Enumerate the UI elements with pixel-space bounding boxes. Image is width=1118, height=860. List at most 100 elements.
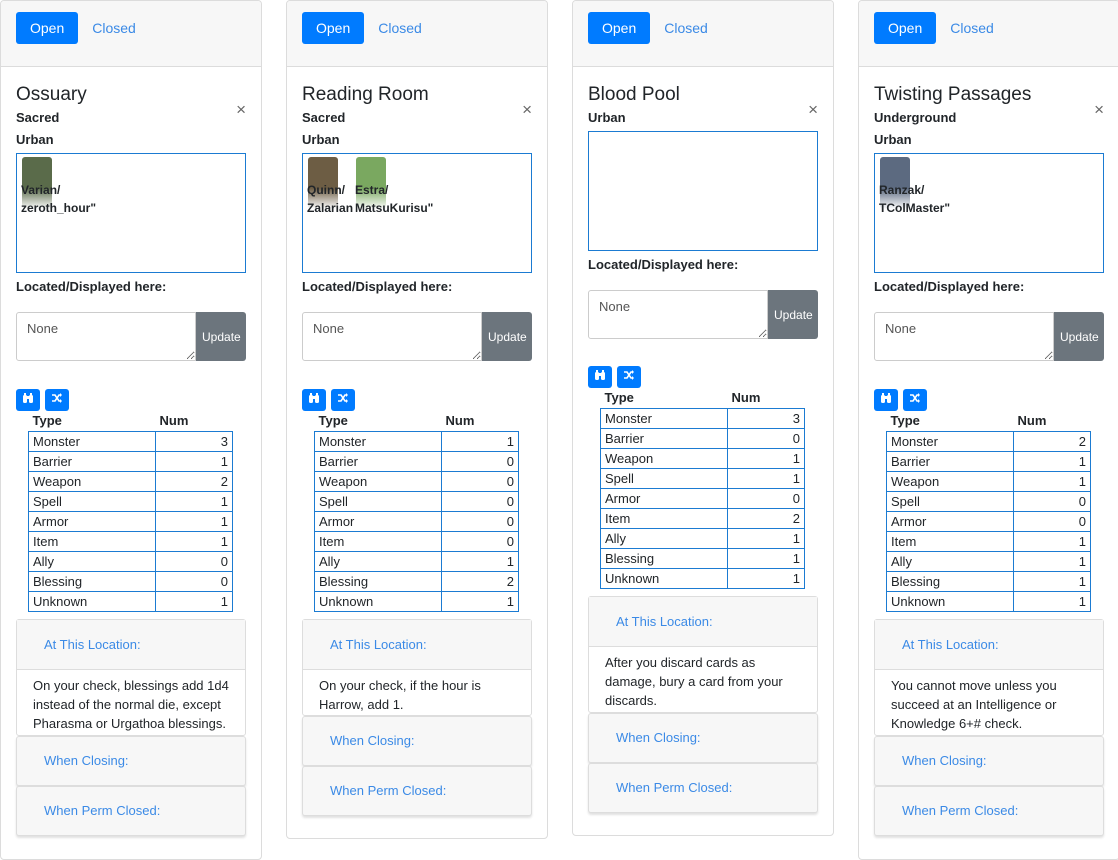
at-location-panel: At This Location: After you discard cards… [588, 595, 818, 713]
open-button[interactable]: Open [302, 12, 365, 44]
when-perm-closed-header[interactable]: When Perm Closed: [588, 762, 818, 813]
token-label: Ranzak/TColMaster" [879, 181, 950, 217]
card-num-cell: 1 [155, 530, 233, 552]
action-icons [588, 366, 818, 388]
close-icon[interactable]: × [522, 100, 532, 120]
at-location-text: On your check, blessings add 1d4 instead… [33, 677, 229, 731]
shuffle-icon[interactable] [331, 389, 355, 411]
binoculars-icon[interactable] [16, 389, 40, 411]
when-perm-closed-header[interactable]: When Perm Closed: [302, 765, 532, 816]
closed-button[interactable]: Closed [650, 12, 722, 44]
card-type-cell: Ally [28, 550, 156, 572]
located-textarea[interactable] [302, 312, 482, 361]
binoculars-icon[interactable] [874, 389, 898, 411]
card-type-cell: Blessing [886, 570, 1014, 592]
close-icon[interactable]: × [1094, 100, 1104, 120]
shuffle-icon[interactable] [903, 389, 927, 411]
when-closing-header[interactable]: When Closing: [874, 735, 1104, 786]
card-body: Ossuary × Sacred Urban Varian/zeroth_hour" Lo… [1, 83, 261, 836]
closed-button[interactable]: Closed [78, 12, 150, 44]
card-type-cell: Armor [28, 510, 156, 532]
card-body: Blood Pool × Urban Located/Displayed here: U… [573, 83, 833, 813]
at-location-panel: At This Location: On your check, if the h… [302, 618, 532, 716]
character-token-area[interactable] [588, 131, 818, 251]
card-count-table: Type Num Monster 3 Barrier 0 Weapon 1 Spell 1 Armo… [600, 388, 805, 589]
card-num-cell: 0 [1013, 490, 1091, 512]
table-row: Armor 0 [600, 487, 805, 509]
col-type-header: Type [890, 413, 920, 429]
when-closing-header[interactable]: When Closing: [16, 735, 246, 786]
table-row: Armor 0 [886, 510, 1091, 532]
card-type-cell: Ally [600, 527, 728, 549]
character-token[interactable]: Varian/zeroth_hour" [19, 157, 96, 215]
table-row: Unknown 1 [28, 590, 233, 612]
card-type-cell: Armor [314, 510, 442, 532]
located-label: Located/Displayed here: [302, 279, 453, 294]
table-row: Unknown 1 [886, 590, 1091, 612]
card-num-cell: 0 [727, 427, 805, 449]
binoculars-icon[interactable] [588, 366, 612, 388]
at-location-header[interactable]: At This Location: [589, 596, 817, 647]
card-num-cell: 0 [155, 550, 233, 572]
when-closing-header[interactable]: When Closing: [302, 715, 532, 766]
close-icon[interactable]: × [808, 100, 818, 120]
card-num-cell: 2 [441, 570, 519, 592]
binoculars-icon[interactable] [302, 389, 326, 411]
card-type-cell: Armor [886, 510, 1014, 532]
card-num-cell: 0 [441, 510, 519, 532]
location-card: Open Closed Twisting Passages × Underground U… [858, 0, 1118, 860]
at-location-header[interactable]: At This Location: [303, 619, 531, 670]
when-closing-header[interactable]: When Closing: [588, 712, 818, 763]
located-textarea[interactable] [874, 312, 1054, 361]
update-button[interactable]: Update [482, 312, 532, 361]
at-location-text: On your check, if the hour is Harrow, ad… [319, 677, 481, 712]
col-type-header: Type [32, 413, 62, 429]
located-textarea[interactable] [16, 312, 196, 361]
located-label: Located/Displayed here: [874, 279, 1025, 294]
col-num-header: Num [445, 413, 475, 429]
close-icon[interactable]: × [236, 100, 246, 120]
when-perm-closed-header[interactable]: When Perm Closed: [16, 785, 246, 836]
table-row: Monster 2 [886, 430, 1091, 452]
card-num-cell: 2 [155, 470, 233, 492]
located-textarea[interactable] [588, 290, 768, 339]
character-token-area[interactable]: Ranzak/TColMaster" [874, 153, 1104, 273]
closed-button[interactable]: Closed [364, 12, 436, 44]
card-num-cell: 0 [1013, 510, 1091, 532]
open-button[interactable]: Open [874, 12, 937, 44]
at-location-panel: At This Location: You cannot move unless … [874, 618, 1104, 736]
table-row: Ally 1 [314, 550, 519, 572]
card-num-cell: 1 [727, 467, 805, 489]
card-num-cell: 1 [1013, 450, 1091, 472]
shuffle-icon[interactable] [45, 389, 69, 411]
card-num-cell: 1 [155, 450, 233, 472]
located-update-row: Update [588, 290, 818, 339]
card-num-cell: 0 [727, 487, 805, 509]
table-row: Armor 0 [314, 510, 519, 532]
located-update-row: Update [16, 312, 246, 361]
open-button[interactable]: Open [588, 12, 651, 44]
card-type-cell: Item [28, 530, 156, 552]
at-location-header[interactable]: At This Location: [17, 619, 245, 670]
update-button[interactable]: Update [1054, 312, 1104, 361]
token-player-name: Zalarian [307, 201, 354, 215]
update-button[interactable]: Update [196, 312, 246, 361]
when-perm-closed-header[interactable]: When Perm Closed: [874, 785, 1104, 836]
closed-button[interactable]: Closed [936, 12, 1008, 44]
card-count-table: Type Num Monster 3 Barrier 1 Weapon 2 Spell 1 Armo… [28, 411, 233, 612]
character-token[interactable]: Quinn/Zalarian [305, 157, 357, 215]
character-token-area[interactable]: Quinn/Zalarian Estra/MatsuKurisu" [302, 153, 532, 273]
card-num-cell: 0 [441, 530, 519, 552]
character-token[interactable]: Ranzak/TColMaster" [877, 157, 950, 215]
token-label: Varian/zeroth_hour" [21, 181, 96, 217]
character-token[interactable]: Estra/MatsuKurisu" [353, 157, 433, 215]
character-token-area[interactable]: Varian/zeroth_hour" [16, 153, 246, 273]
trait-label: Urban [874, 132, 912, 147]
shuffle-icon[interactable] [617, 366, 641, 388]
open-button[interactable]: Open [16, 12, 79, 44]
located-update-row: Update [302, 312, 532, 361]
located-label: Located/Displayed here: [16, 279, 167, 294]
card-type-cell: Monster [28, 430, 156, 452]
update-button[interactable]: Update [768, 290, 818, 339]
at-location-header[interactable]: At This Location: [875, 619, 1103, 670]
